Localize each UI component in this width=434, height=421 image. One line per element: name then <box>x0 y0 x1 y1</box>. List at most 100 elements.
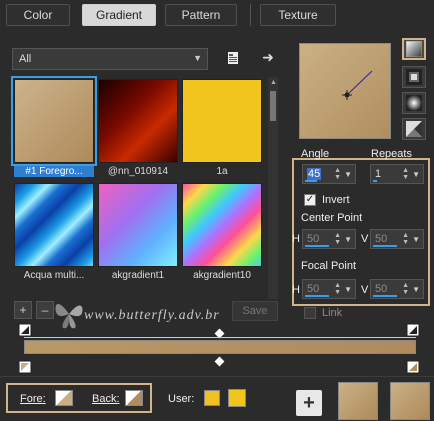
category-dropdown[interactable]: All ▼ <box>12 48 208 70</box>
gradient-grid: #1 Foregro... @nn_010914 1a Acqua multi.… <box>11 76 264 299</box>
add-swatch-button[interactable]: + <box>296 390 322 416</box>
invert-label: Invert <box>322 194 350 206</box>
link-label: Link <box>322 307 343 319</box>
focal-point-label: Focal Point <box>301 260 357 272</box>
style-radial-button[interactable] <box>402 92 426 114</box>
gradient-preview[interactable] <box>299 43 391 139</box>
add-gradient-button[interactable]: + <box>14 301 32 319</box>
gradient-item-acqua[interactable]: Acqua multi... <box>14 183 94 281</box>
angle-slider-bar[interactable] <box>305 180 317 182</box>
gradient-item-nn-010914[interactable]: @nn_010914 <box>98 79 178 177</box>
gradient-item-akgradient10[interactable]: akgradient10 <box>182 183 262 281</box>
link-checkbox[interactable] <box>304 307 316 319</box>
gradient-swatch <box>14 183 94 267</box>
center-h-slider-bar[interactable] <box>305 245 329 247</box>
user-swatch-1[interactable] <box>204 390 220 406</box>
save-button[interactable]: Save <box>232 301 278 321</box>
resource-manager-icon[interactable] <box>224 49 242 67</box>
repeats-input[interactable]: 1 ▲ ▼ ▼ <box>370 164 424 184</box>
user-swatch-2[interactable] <box>228 389 246 407</box>
opacity-stop-icon <box>406 323 420 337</box>
center-v-value: 50 <box>375 233 388 245</box>
focal-h-slider-bar[interactable] <box>305 295 329 297</box>
section-divider <box>0 376 434 377</box>
chevron-down-icon: ▼ <box>193 53 202 63</box>
focal-v-value: 50 <box>375 283 388 295</box>
focal-h-input[interactable]: 50 ▲ ▼ ▼ <box>302 279 356 299</box>
focal-h-value: 50 <box>307 283 320 295</box>
back-swatch[interactable] <box>125 390 143 406</box>
fore-swatch[interactable] <box>55 390 73 406</box>
style-sunburst-button[interactable] <box>402 118 426 140</box>
user-label: User: <box>168 393 195 405</box>
gradient-label: akgradient1 <box>111 270 165 281</box>
color-midpoint[interactable] <box>214 356 225 367</box>
recent-swatch-2[interactable] <box>390 382 430 420</box>
color-stop-icon <box>18 360 32 374</box>
recent-swatch-1[interactable] <box>338 382 378 420</box>
linear-gradient-icon <box>406 41 422 57</box>
gradient-swatch <box>182 79 262 163</box>
tab-divider <box>250 4 251 26</box>
gradient-swatch <box>11 76 97 166</box>
repeats-slider-bar[interactable] <box>373 180 377 182</box>
arrow-right-icon[interactable]: ➜ <box>259 48 277 66</box>
scrollbar-thumb[interactable] <box>270 91 276 121</box>
opacity-stop-left[interactable] <box>18 323 32 337</box>
color-stop-icon <box>406 360 420 374</box>
focal-v-input[interactable]: 50 ▲ ▼ ▼ <box>370 279 424 299</box>
spinner-icon[interactable]: ▲ ▼ <box>402 232 409 246</box>
center-h-input[interactable]: 50 ▲ ▼ ▼ <box>302 229 356 249</box>
tab-pattern-label: Pattern <box>181 8 221 22</box>
gradient-item-1a[interactable]: 1a <box>182 79 262 177</box>
center-v-slider-bar[interactable] <box>373 245 397 247</box>
style-rectangular-button[interactable] <box>402 66 426 88</box>
tab-color[interactable]: Color <box>6 4 70 26</box>
center-v-label: V <box>361 233 369 245</box>
spinner-icon[interactable]: ▲ ▼ <box>334 232 341 246</box>
angle-input[interactable]: 45 ▲ ▼ ▼ <box>302 164 356 184</box>
gradient-swatch <box>182 183 262 267</box>
focal-h-label: H <box>292 284 300 296</box>
gradient-label: @nn_010914 <box>107 166 169 177</box>
spinner-icon[interactable]: ▲ ▼ <box>402 167 409 181</box>
radial-gradient-icon <box>406 95 422 111</box>
color-stop-right[interactable] <box>406 360 420 374</box>
chevron-down-icon[interactable]: ▼ <box>412 170 420 179</box>
gradient-item-akgradient1[interactable]: akgradient1 <box>98 183 178 281</box>
style-linear-button[interactable] <box>402 38 426 60</box>
repeats-label: Repeats <box>371 148 412 160</box>
gradient-swatch <box>98 183 178 267</box>
spinner-icon[interactable]: ▲ ▼ <box>334 167 341 181</box>
color-stop-left[interactable] <box>18 360 32 374</box>
repeats-value: 1 <box>375 168 382 180</box>
center-h-label: H <box>292 233 300 245</box>
spinner-icon[interactable]: ▲ ▼ <box>402 282 409 296</box>
chevron-down-icon[interactable]: ▼ <box>412 235 420 244</box>
gradient-direction-handle[interactable] <box>300 44 392 140</box>
focal-v-slider-bar[interactable] <box>373 295 397 297</box>
back-label: Back: <box>92 393 120 405</box>
chevron-down-icon[interactable]: ▼ <box>344 170 352 179</box>
opacity-stop-icon <box>18 323 32 337</box>
tab-color-label: Color <box>23 8 53 22</box>
tab-texture[interactable]: Texture <box>260 4 336 26</box>
invert-checkbox[interactable]: ✓ <box>304 194 316 206</box>
angle-label: Angle <box>301 148 330 160</box>
tab-pattern[interactable]: Pattern <box>165 4 237 26</box>
butterfly-logo-icon <box>55 303 83 329</box>
chevron-down-icon[interactable]: ▼ <box>412 285 420 294</box>
scroll-up-icon[interactable]: ▲ <box>270 79 277 86</box>
opacity-track <box>24 337 416 338</box>
gradient-label: akgradient10 <box>193 270 251 281</box>
tab-gradient[interactable]: Gradient <box>82 4 156 26</box>
chevron-down-icon[interactable]: ▼ <box>344 235 352 244</box>
gradient-bar[interactable] <box>24 340 416 354</box>
spinner-icon[interactable]: ▲ ▼ <box>334 282 341 296</box>
fore-label: Fore: <box>20 393 46 405</box>
opacity-stop-right[interactable] <box>406 323 420 337</box>
gradient-item-foreground[interactable]: #1 Foregro... <box>11 76 97 177</box>
center-v-input[interactable]: 50 ▲ ▼ ▼ <box>370 229 424 249</box>
gradient-scrollbar[interactable]: ▲ <box>268 77 278 299</box>
chevron-down-icon[interactable]: ▼ <box>344 285 352 294</box>
